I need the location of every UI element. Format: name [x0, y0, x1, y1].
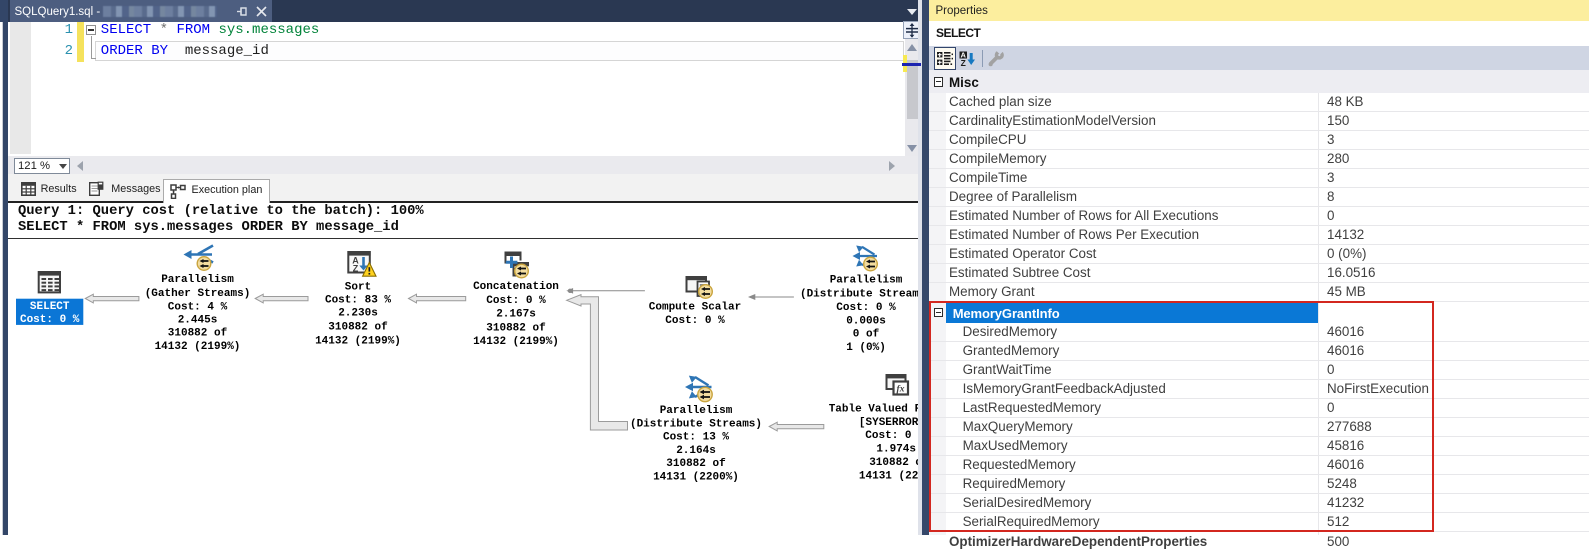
svg-text:Cost: 4 %: Cost: 4 %: [168, 302, 228, 314]
svg-text:310882 of: 310882 of: [666, 458, 726, 470]
svg-text:Parallelism: Parallelism: [660, 405, 733, 417]
svg-text:Concatenation: Concatenation: [473, 281, 559, 293]
svg-text:Sort: Sort: [345, 282, 371, 294]
svg-text:Parallelism: Parallelism: [830, 275, 903, 287]
svg-text:fx: fx: [897, 385, 905, 395]
svg-text:Table Valued Function: Table Valued Function: [829, 404, 920, 416]
svg-text:Cost: 0 %: Cost: 0 %: [836, 302, 896, 314]
svg-text:(Gather Streams): (Gather Streams): [145, 288, 251, 300]
svg-text:1.974s: 1.974s: [876, 444, 916, 456]
svg-text:0.000s: 0.000s: [846, 316, 886, 328]
svg-text:Compute Scalar: Compute Scalar: [649, 302, 741, 314]
svg-text:Parallelism: Parallelism: [161, 274, 234, 286]
svg-text:14132 (2199%): 14132 (2199%): [315, 335, 401, 347]
svg-text:0 of: 0 of: [853, 329, 880, 341]
svg-text:Cost: 13 %: Cost: 13 %: [663, 432, 729, 444]
svg-text:1 (0%): 1 (0%): [846, 342, 886, 354]
svg-text:Cost: 0 %: Cost: 0 %: [665, 315, 725, 327]
svg-text:Cost: 0 %: Cost: 0 %: [486, 295, 546, 307]
svg-text:Z: Z: [353, 264, 359, 274]
svg-text:Cost: 0 %: Cost: 0 %: [20, 314, 80, 326]
svg-text:[SYSERRORMESSAGES]: [SYSERRORMESSAGES]: [859, 417, 920, 429]
svg-text:2.230s: 2.230s: [338, 308, 378, 320]
svg-text:(Distribute Streams): (Distribute Streams): [630, 419, 762, 431]
svg-text:310882 of: 310882 of: [168, 328, 228, 340]
svg-text:2.445s: 2.445s: [178, 315, 218, 327]
svg-text:14132 (2199%): 14132 (2199%): [155, 341, 241, 353]
svg-text:14132 (2199%): 14132 (2199%): [473, 336, 559, 348]
svg-text:2.164s: 2.164s: [676, 445, 716, 457]
svg-text:310882 of: 310882 of: [328, 321, 388, 333]
svg-text:14131 (2200%): 14131 (2200%): [859, 470, 920, 482]
svg-text:(Distribute Streams): (Distribute Streams): [800, 289, 920, 301]
svg-text:2.167s: 2.167s: [496, 309, 536, 321]
svg-text:310882 of: 310882 of: [486, 323, 546, 335]
svg-text:Z: Z: [961, 58, 966, 67]
svg-text:14131 (2200%): 14131 (2200%): [653, 472, 739, 484]
svg-text:310882 of: 310882 of: [869, 457, 920, 469]
svg-text:Cost: 83 %: Cost: 83 %: [325, 294, 391, 306]
svg-text:SELECT: SELECT: [30, 301, 70, 313]
svg-text:Cost: 0 %: Cost: 0 %: [865, 430, 920, 442]
